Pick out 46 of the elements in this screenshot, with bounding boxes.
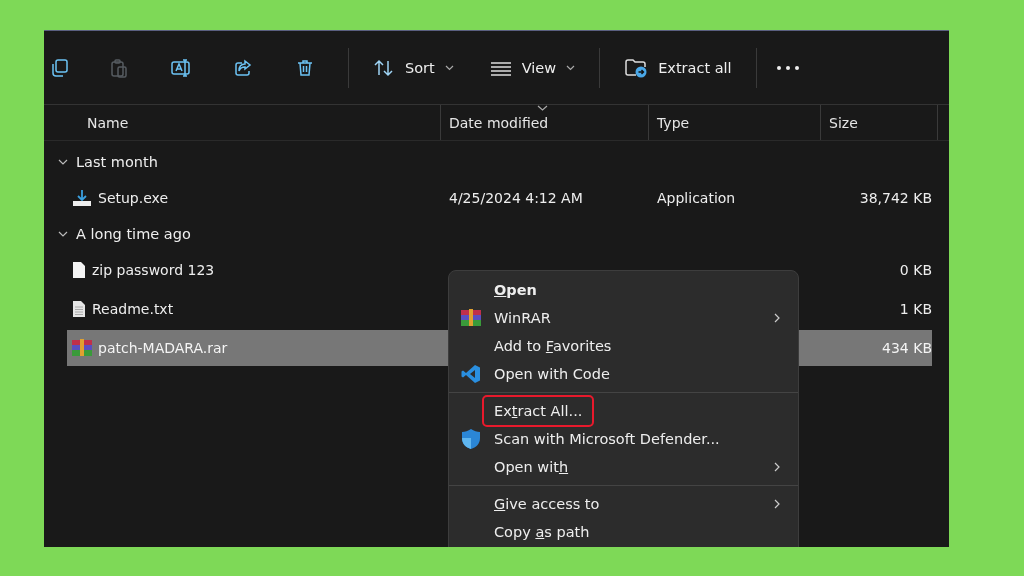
file-name: zip password 123 [92, 262, 215, 278]
menu-item[interactable]: Extract All... [449, 397, 798, 425]
size-text: 38,742 KB [859, 190, 932, 206]
caret-icon [444, 64, 454, 71]
chevron-icon[interactable] [58, 229, 68, 239]
file-name: Setup.exe [98, 190, 169, 206]
archive-icon [461, 309, 481, 327]
size-text: 434 KB [882, 340, 932, 356]
download-icon [72, 189, 92, 207]
group-header[interactable]: A long time ago [76, 226, 191, 242]
type-text: Application [657, 190, 736, 206]
menu-item[interactable]: WinRAR [449, 304, 798, 332]
clipboard-icon [109, 57, 129, 78]
folder-icon [624, 56, 649, 79]
date-text: 4/25/2024 4:12 AM [449, 190, 583, 206]
file-icon [72, 261, 86, 279]
sort-icon [373, 57, 395, 78]
text-file-icon [72, 300, 86, 318]
group-header[interactable]: Last month [76, 154, 158, 170]
shield-icon [461, 428, 481, 450]
column-header[interactable]: Name [44, 105, 441, 140]
sort-button[interactable]: Sort [359, 47, 468, 88]
menu-item[interactable]: Open with [449, 453, 798, 481]
code-editor-icon [461, 364, 481, 384]
chevron-icon[interactable] [58, 157, 68, 167]
view-button[interactable]: View [475, 47, 590, 88]
trash-icon [295, 57, 315, 78]
file-name: Readme.txt [92, 301, 174, 317]
share-icon [233, 57, 253, 78]
more-icon [775, 64, 800, 71]
menu-item[interactable]: Scan with Microsoft Defender... [449, 425, 798, 453]
menu-item[interactable]: Add to Favorites [449, 332, 798, 360]
extract-all-button[interactable]: Extract all [610, 47, 746, 88]
size-text: 1 KB [899, 301, 932, 317]
copy-icon [50, 57, 70, 78]
menu-item[interactable]: Copy as path [449, 518, 798, 546]
column-header[interactable]: Date modified [441, 105, 649, 140]
size-text: 0 KB [899, 262, 932, 278]
column-header[interactable]: Type [649, 105, 821, 140]
column-header[interactable]: Size [821, 105, 938, 140]
rename-icon [170, 57, 192, 78]
menu-item[interactable]: Open [449, 276, 798, 304]
file-name: patch-MADARA.rar [98, 340, 228, 356]
menu-item[interactable]: Give access to [449, 490, 798, 518]
caret-icon [566, 64, 576, 71]
archive-icon [72, 339, 92, 357]
